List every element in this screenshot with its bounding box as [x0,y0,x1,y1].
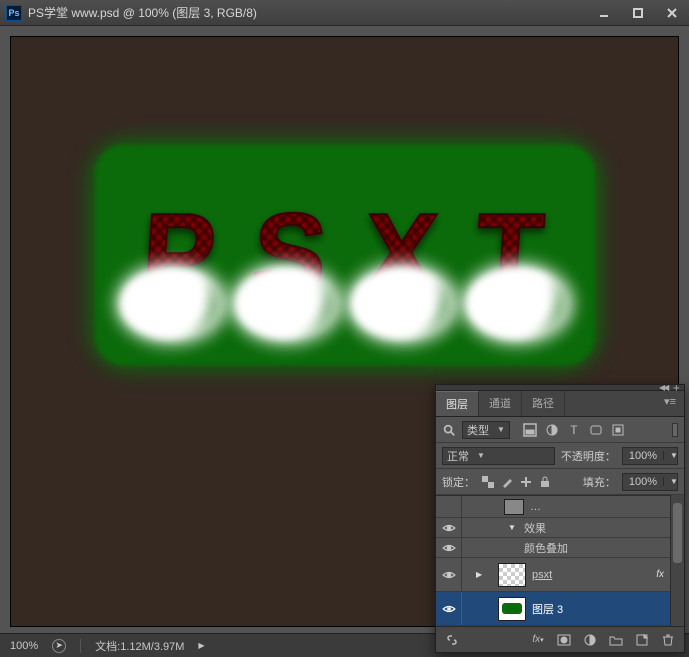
effect-item-row[interactable]: 颜色叠加 [436,538,684,558]
group-icon[interactable] [608,632,624,648]
blend-mode-value: 正常 [447,448,469,464]
filter-smart-icon[interactable] [610,422,626,438]
lock-pixels-icon[interactable] [500,475,514,489]
separator [80,639,81,653]
delete-layer-icon[interactable] [660,632,676,648]
artwork: P S X T [95,145,595,365]
chevron-down-icon[interactable]: ▼ [663,477,677,486]
doc-size[interactable]: 文档:1.12M/3.97M [95,638,184,654]
window-title: PS学堂 www.psd @ 100% (图层 3, RGB/8) [28,4,587,21]
lock-fill-row: 锁定： 填充： 100% ▼ [436,469,684,495]
filter-pixel-icon[interactable] [522,422,538,438]
visibility-toggle[interactable] [436,496,462,517]
close-button[interactable] [655,0,689,25]
visibility-toggle[interactable] [436,592,462,625]
blend-opacity-row: 正常 ▼ 不透明度： 100% ▼ [436,443,684,469]
link-layers-icon[interactable] [444,632,460,648]
layer-list-wrap: … ▼ 效果 颜色叠加 ▶ psxt fx ˄ [436,495,684,626]
filter-adjust-icon[interactable] [544,422,560,438]
maximize-button[interactable] [621,0,655,25]
snow-blob [465,266,570,341]
zoom-level[interactable]: 100% [10,640,38,652]
adjustment-layer-icon[interactable] [582,632,598,648]
panel-footer: fx▾ [436,626,684,652]
layer-thumb[interactable] [504,499,524,515]
fill-value: 100% [623,476,663,488]
layer-row-psxt[interactable]: ▶ psxt fx ˄ [436,558,684,592]
app-icon: Ps [6,5,22,21]
tab-paths[interactable]: 路径 [522,391,565,416]
layer-list[interactable]: … ▼ 效果 颜色叠加 ▶ psxt fx ˄ [436,495,684,626]
layer-filter-row: 类型 ▼ T [436,417,684,443]
window-buttons [587,0,689,25]
filter-toggle-switch[interactable] [672,423,678,437]
opacity-value: 100% [623,450,663,462]
fx-badge[interactable]: fx [656,569,664,580]
panel-menu-icon[interactable]: ▾≡ [656,391,684,416]
filter-shape-icon[interactable] [588,422,604,438]
layers-panel: ◀◀ ✕ 图层 通道 路径 ▾≡ 类型 ▼ T 正常 ▼ 不透明度： [435,384,685,653]
panel-tabs: 图层 通道 路径 ▾≡ [436,391,684,417]
snow-blob [234,266,339,341]
status-info-icon[interactable]: ➤ [52,639,66,653]
title-bar: Ps PS学堂 www.psd @ 100% (图层 3, RGB/8) [0,0,689,26]
layer-name-layer3[interactable]: 图层 3 [532,601,684,617]
layer-style-icon[interactable]: fx▾ [530,632,546,648]
layer-row-layer3[interactable]: ▶ 图层 3 [436,592,684,626]
filter-kind-dropdown[interactable]: 类型 ▼ [462,421,510,439]
layer-row[interactable]: … [436,496,684,518]
layer-thumb[interactable] [498,563,526,587]
chevron-down-icon: ▼ [497,425,505,434]
new-layer-icon[interactable] [634,632,650,648]
scrollbar-thumb[interactable] [673,503,682,563]
fill-label: 填充： [583,474,616,490]
tab-layers[interactable]: 图层 [436,391,479,416]
minimize-button[interactable] [587,0,621,25]
chevron-down-icon[interactable]: ▼ [663,451,677,460]
snow-row [95,266,595,341]
layer-list-scrollbar[interactable] [670,495,684,626]
tab-channels[interactable]: 通道 [479,391,522,416]
visibility-toggle[interactable] [436,558,462,591]
search-icon[interactable] [442,423,456,437]
layer-mask-icon[interactable] [556,632,572,648]
filter-kind-label: 类型 [467,422,489,438]
lock-label: 锁定： [442,474,475,490]
opacity-input[interactable]: 100% ▼ [622,447,678,465]
blend-mode-dropdown[interactable]: 正常 ▼ [442,447,555,465]
effects-row[interactable]: ▼ 效果 [436,518,684,538]
status-menu-arrow-icon[interactable]: ▶ [198,641,204,650]
fill-input[interactable]: 100% ▼ [622,473,678,491]
visibility-toggle[interactable] [436,538,462,557]
lock-all-icon[interactable] [538,475,552,489]
chevron-down-icon: ▼ [477,451,485,460]
layer-thumb[interactable] [498,597,526,621]
visibility-toggle[interactable] [436,518,462,537]
disclosure-triangle-icon[interactable]: ▼ [508,523,520,532]
effect-color-overlay: 颜色叠加 [524,540,684,556]
snow-blob [350,266,455,341]
lock-transparent-icon[interactable] [481,475,495,489]
layer-effects-label: 效果 [524,520,684,536]
layer-name-psxt[interactable]: psxt [532,569,656,581]
filter-icons: T [522,422,626,438]
disclosure-triangle-icon[interactable]: ▶ [476,570,488,579]
lock-icons [481,475,552,489]
layer-partial-name: … [530,501,684,513]
lock-position-icon[interactable] [519,475,533,489]
opacity-label: 不透明度： [561,448,616,464]
snow-blob [119,266,224,341]
filter-type-icon[interactable]: T [566,422,582,438]
